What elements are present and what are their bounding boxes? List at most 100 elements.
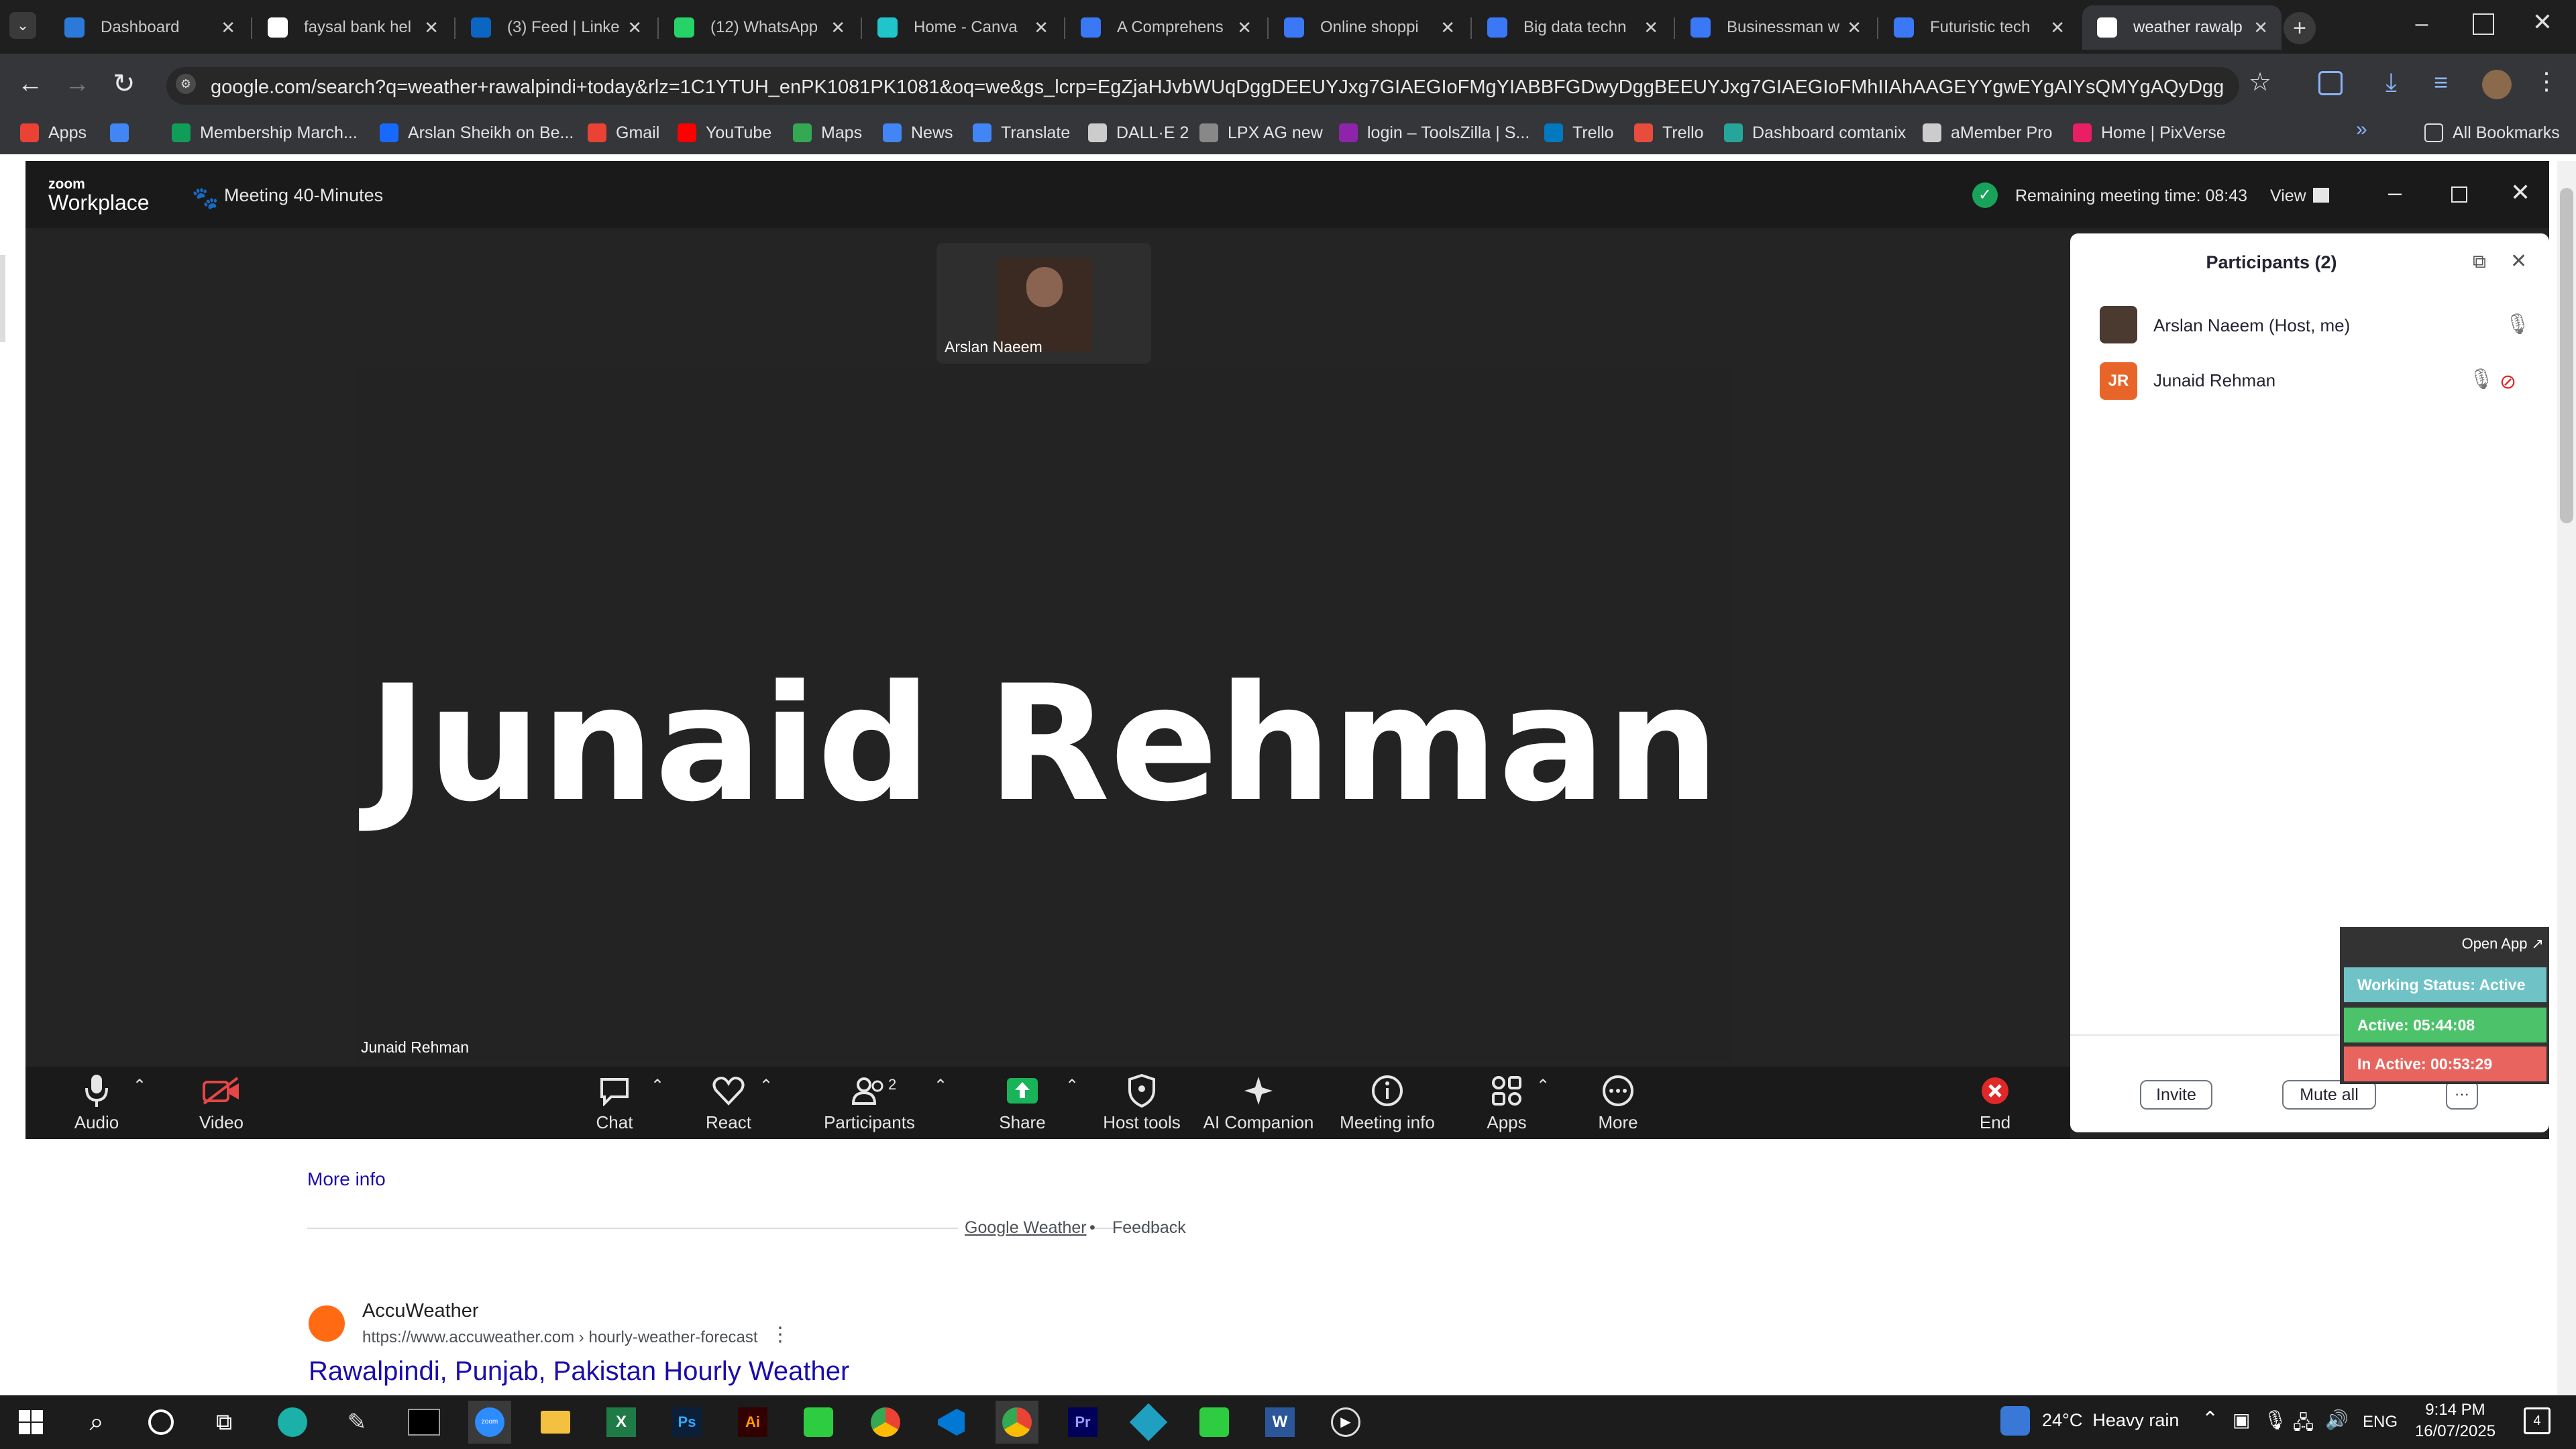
google-weather-link[interactable]: Google Weather — [958, 1218, 1093, 1238]
share-button[interactable]: Share — [969, 1069, 1076, 1136]
zoom-maximize-button[interactable] — [2451, 186, 2467, 203]
grid-view-icon[interactable] — [2313, 188, 2329, 203]
participants-caret-icon[interactable]: ⌃ — [934, 1076, 947, 1095]
page-scrollbar-thumb[interactable] — [2560, 188, 2573, 523]
notification-icon[interactable]: 4 — [2524, 1407, 2551, 1434]
bookmark-8[interactable]: Translate — [973, 115, 1070, 150]
meeting-info-button[interactable]: Meeting info — [1334, 1069, 1441, 1136]
app-green2-icon[interactable] — [1193, 1401, 1236, 1444]
new-tab-button[interactable]: + — [2284, 12, 2316, 44]
clock-date[interactable]: 16/07/2025 — [2407, 1422, 2504, 1441]
minimize-button[interactable]: – — [2408, 11, 2435, 43]
menu-kebab-icon[interactable]: ⋮ — [2534, 67, 2559, 95]
media-control-icon[interactable]: ≡ — [2434, 68, 2448, 97]
tab-0[interactable]: Dashboard ✕ — [50, 5, 249, 50]
forward-icon[interactable]: → — [64, 70, 90, 99]
bookmark-6[interactable]: Maps — [793, 115, 862, 150]
bookmark-15[interactable]: aMember Pro — [1923, 115, 2052, 150]
tab-4[interactable]: Home - Canva ✕ — [863, 5, 1062, 50]
tab-10[interactable]: weather rawalp ✕ — [2082, 5, 2282, 50]
media-player-icon[interactable]: ▶ — [1324, 1401, 1367, 1444]
back-icon[interactable]: ← — [17, 70, 43, 99]
tab-close-icon[interactable]: ✕ — [2050, 17, 2065, 38]
task-view-icon[interactable]: ⧉ — [203, 1401, 246, 1444]
view-button[interactable]: View — [2270, 186, 2306, 206]
tab-2[interactable]: (3) Feed | Linke ✕ — [456, 5, 655, 50]
result-title-link[interactable]: Rawalpindi, Punjab, Pakistan Hourly Weat… — [309, 1356, 849, 1387]
more-button[interactable]: More — [1564, 1069, 1672, 1136]
download-icon[interactable]: ⤓ — [2385, 68, 2397, 97]
tray-up-icon[interactable]: ⌃ — [2202, 1407, 2218, 1431]
tab-8[interactable]: Businessman w ✕ — [1676, 5, 1875, 50]
apps-caret-icon[interactable]: ⌃ — [1536, 1076, 1550, 1095]
chrome-active-icon[interactable] — [996, 1401, 1038, 1444]
illustrator-icon[interactable]: Ai — [731, 1401, 774, 1444]
bookmark-2[interactable]: Membership March... — [172, 115, 358, 150]
bookmark-11[interactable]: login – ToolsZilla | S... — [1339, 115, 1529, 150]
bookmark-14[interactable]: Dashboard comtanix — [1724, 115, 1906, 150]
result-kebab-icon[interactable]: ⋮ — [770, 1323, 790, 1346]
weather-rain-icon[interactable] — [2000, 1406, 2030, 1436]
tab-close-icon[interactable]: ✕ — [1440, 17, 1455, 38]
windows-start-icon[interactable] — [9, 1401, 52, 1444]
zoom-minimize-button[interactable]: – — [2388, 178, 2402, 207]
reload-icon[interactable]: ↻ — [113, 68, 136, 99]
tab-search-button[interactable]: ⌄ — [9, 12, 36, 39]
tab-9[interactable]: Futuristic tech ✕ — [1879, 5, 2078, 50]
tab-close-icon[interactable]: ✕ — [830, 17, 845, 38]
photoshop-icon[interactable]: Ps — [665, 1401, 708, 1444]
invite-button[interactable]: Invite — [2140, 1080, 2212, 1110]
bookmark-12[interactable]: Trello — [1544, 115, 1614, 150]
tab-close-icon[interactable]: ✕ — [221, 17, 235, 38]
popout-icon[interactable]: ⧉ — [2473, 251, 2486, 273]
profile-avatar[interactable] — [2482, 70, 2512, 99]
word-icon[interactable]: W — [1258, 1401, 1301, 1444]
mic-icon[interactable]: 🎙 — [2505, 313, 2530, 336]
tab-1[interactable]: faysal bank hel ✕ — [253, 5, 452, 50]
tab-7[interactable]: Big data techn ✕ — [1472, 5, 1672, 50]
video-off-icon[interactable]: ⊘ — [2500, 370, 2516, 394]
mic-icon[interactable]: 🎙 — [2469, 368, 2494, 391]
result-url[interactable]: https://www.accuweather.com › hourly-wea… — [362, 1328, 758, 1347]
terminal-icon[interactable] — [402, 1401, 445, 1444]
share-caret-icon[interactable]: ⌃ — [1065, 1076, 1079, 1095]
feedback-link[interactable]: Feedback — [1112, 1218, 1186, 1238]
bookmark-7[interactable]: News — [883, 115, 953, 150]
excel-icon[interactable]: X — [600, 1401, 643, 1444]
bookmark-16[interactable]: Home | PixVerse — [2073, 115, 2226, 150]
mic-tray-icon[interactable]: 🎙 — [2263, 1409, 2288, 1431]
bookmark-5[interactable]: YouTube — [678, 115, 771, 150]
tray-icon[interactable]: ▣ — [2233, 1409, 2250, 1431]
weather-text[interactable]: 24°C Heavy rain — [2042, 1410, 2179, 1431]
tab-close-icon[interactable]: ✕ — [627, 17, 642, 38]
bookmark-3[interactable]: Arslan Sheikh on Be... — [380, 115, 574, 150]
site-info-icon[interactable]: ⚙ — [176, 74, 196, 94]
end-button[interactable]: End — [1941, 1069, 2049, 1136]
chrome-icon[interactable] — [864, 1401, 907, 1444]
panel-more-button[interactable]: ··· — [2446, 1080, 2478, 1110]
bookmark-star-icon[interactable]: ☆ — [2249, 67, 2271, 97]
tab-close-icon[interactable]: ✕ — [1847, 17, 1862, 38]
chat-caret-icon[interactable]: ⌃ — [651, 1076, 664, 1095]
close-window-button[interactable]: ✕ — [2529, 8, 2556, 40]
zoom-close-button[interactable]: ✕ — [2510, 178, 2530, 207]
url-text[interactable]: google.com/search?q=weather+rawalpindi+t… — [211, 72, 2223, 102]
tab-3[interactable]: (12) WhatsApp ✕ — [659, 5, 859, 50]
search-icon[interactable]: ⌕ — [75, 1401, 118, 1444]
result-site-name[interactable]: AccuWeather — [362, 1300, 479, 1322]
more-bookmarks-icon[interactable]: » — [2356, 118, 2367, 141]
cortana-icon[interactable] — [140, 1401, 182, 1444]
react-caret-icon[interactable]: ⌃ — [759, 1076, 773, 1095]
video-button[interactable]: Video — [168, 1069, 275, 1136]
premiere-icon[interactable]: Pr — [1061, 1401, 1104, 1444]
open-app-link[interactable]: Open App ↗ — [2340, 935, 2544, 953]
volume-icon[interactable]: 🔊 — [2325, 1409, 2349, 1431]
tab-close-icon[interactable]: ✕ — [2253, 17, 2268, 38]
app-teal-icon[interactable] — [1127, 1401, 1170, 1444]
file-explorer-icon[interactable] — [534, 1401, 577, 1444]
bookmark-1[interactable] — [110, 115, 138, 150]
zoom-taskbar-icon[interactable]: zoom — [468, 1401, 511, 1444]
participants-button[interactable]: Participants — [816, 1069, 923, 1136]
host-tools-button[interactable]: Host tools — [1088, 1069, 1195, 1136]
tab-close-icon[interactable]: ✕ — [424, 17, 439, 38]
